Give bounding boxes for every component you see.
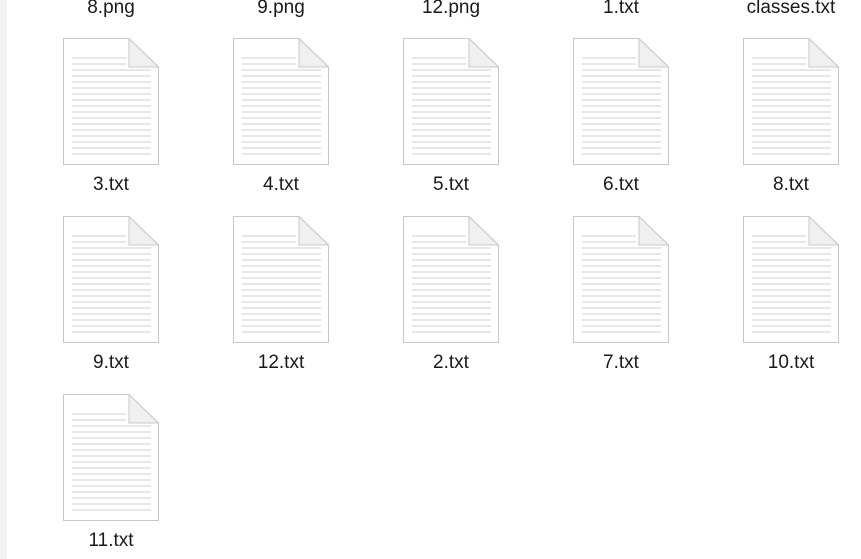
text-document-icon <box>403 38 499 165</box>
file-item[interactable]: 12.txt <box>211 178 351 373</box>
file-item[interactable]: 10.txt <box>721 178 861 373</box>
file-item[interactable]: 2.txt <box>381 178 521 373</box>
text-document-icon <box>63 394 159 521</box>
text-document-icon <box>63 38 159 165</box>
file-item[interactable]: 11.txt <box>41 356 181 551</box>
text-document-icon <box>743 216 839 343</box>
text-document-icon <box>403 216 499 343</box>
file-name: 2.txt <box>433 352 469 373</box>
text-document-icon <box>233 38 329 165</box>
file-item[interactable]: 5.txt <box>381 0 521 195</box>
file-name: 7.txt <box>603 352 639 373</box>
file-item[interactable]: 4.txt <box>211 0 351 195</box>
file-item[interactable]: 6.txt <box>551 0 691 195</box>
text-document-icon <box>63 216 159 343</box>
navigation-pane-edge <box>0 0 7 559</box>
text-document-icon <box>743 38 839 165</box>
file-item[interactable]: 9.txt <box>41 178 181 373</box>
file-name: 11.txt <box>88 530 134 551</box>
text-document-icon <box>233 216 329 343</box>
file-item[interactable]: 8.txt <box>721 0 861 195</box>
file-explorer-view: 8.png 9.png 12.png 1.txt classes.txt 3.t… <box>0 0 861 559</box>
text-document-icon <box>573 38 669 165</box>
file-item[interactable]: 7.txt <box>551 178 691 373</box>
file-name: 10.txt <box>767 352 815 373</box>
file-name: 12.txt <box>257 352 305 373</box>
text-document-icon <box>573 216 669 343</box>
file-item[interactable]: 3.txt <box>41 0 181 195</box>
